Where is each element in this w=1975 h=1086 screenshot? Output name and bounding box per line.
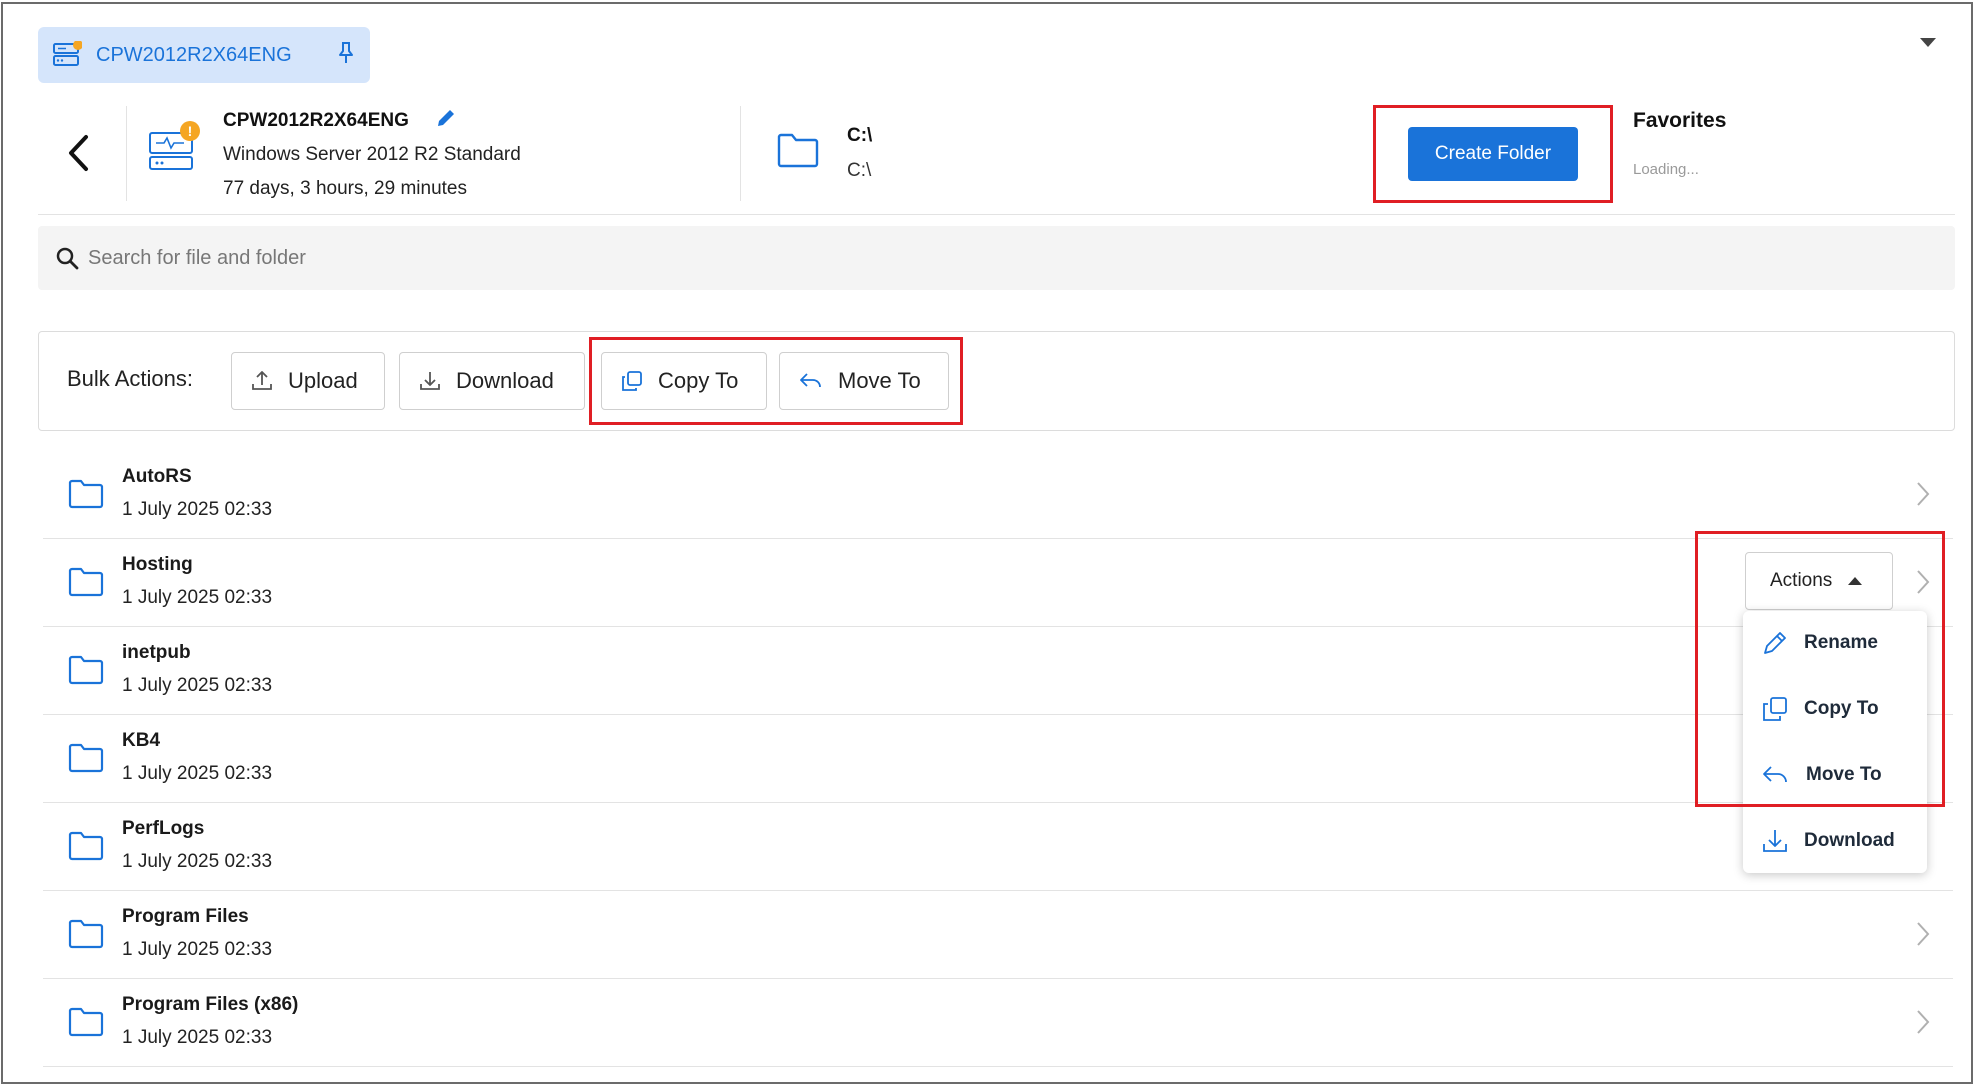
folder-row[interactable]: Hosting 1 July 2025 02:33: [43, 539, 1953, 627]
folder-icon: [68, 918, 104, 955]
bulk-upload-label: Upload: [288, 368, 358, 393]
folder-icon: [68, 1006, 104, 1043]
pin-icon[interactable]: [336, 41, 356, 70]
menu-item-rename[interactable]: Rename: [1743, 613, 1927, 673]
folder-row[interactable]: KB4 1 July 2025 02:33: [43, 715, 1953, 803]
edit-pencil-icon[interactable]: [435, 107, 457, 134]
folder-icon: [68, 742, 104, 779]
folder-row[interactable]: Program Files (x86) 1 July 2025 02:33: [43, 979, 1953, 1067]
search-icon: [55, 246, 79, 275]
folder-date: 1 July 2025 02:33: [122, 1027, 273, 1048]
menu-item-move-to[interactable]: Move To: [1743, 745, 1927, 805]
folder-row[interactable]: AutoRS 1 July 2025 02:33: [43, 451, 1953, 539]
folder-name: Program Files: [122, 906, 249, 927]
move-icon: [1761, 761, 1791, 789]
folder-row[interactable]: inetpub 1 July 2025 02:33: [43, 627, 1953, 715]
warning-badge: !: [188, 123, 193, 139]
divider: [740, 106, 741, 201]
folder-name: KB4: [122, 730, 161, 751]
folder-icon: [68, 654, 104, 691]
favorites-title: Favorites: [1633, 109, 1727, 132]
bulk-upload-button[interactable]: Upload: [231, 352, 385, 410]
tab-label: CPW2012R2X64ENG: [96, 43, 292, 66]
chevron-right-icon[interactable]: [1915, 568, 1931, 601]
row-actions-button[interactable]: Actions: [1745, 552, 1893, 610]
folder-name: PerfLogs: [122, 818, 205, 839]
menu-item-download[interactable]: Download: [1743, 811, 1927, 871]
server-status-icon: !: [146, 121, 202, 182]
menu-item-download-label: Download: [1804, 830, 1895, 851]
folder-icon: [68, 566, 104, 603]
bulk-download-label: Download: [456, 368, 554, 393]
server-tab[interactable]: CPW2012R2X64ENG: [38, 27, 370, 83]
folder-row[interactable]: Program Files 1 July 2025 02:33: [43, 891, 1953, 979]
bulk-actions-label: Bulk Actions:: [67, 366, 193, 391]
caret-up-icon: [1848, 577, 1863, 585]
back-arrow-icon[interactable]: [64, 133, 94, 173]
row-actions-label: Actions: [1770, 570, 1833, 591]
server-uptime: 77 days, 3 hours, 29 minutes: [223, 178, 467, 199]
move-icon: [798, 369, 824, 393]
server-name: CPW2012R2X64ENG: [223, 110, 409, 131]
menu-item-rename-label: Rename: [1804, 632, 1878, 653]
folder-icon: [776, 131, 820, 174]
server-header: ! CPW2012R2X64ENG Windows Server 2012 R2…: [38, 101, 1955, 215]
download-icon: [1761, 827, 1789, 855]
bulk-copy-to-button[interactable]: Copy To: [601, 352, 767, 410]
bulk-actions-bar: Bulk Actions: Upload Download Copy To Mo…: [38, 331, 1955, 431]
folder-date: 1 July 2025 02:33: [122, 675, 273, 696]
chevron-right-icon[interactable]: [1915, 480, 1931, 513]
current-path-title: C:\: [847, 125, 873, 146]
search-input[interactable]: [88, 226, 1888, 290]
app-frame: CPW2012R2X64ENG ! CPW2012R2X64ENG Window…: [1, 2, 1973, 1084]
chevron-right-icon[interactable]: [1915, 1008, 1931, 1041]
folder-name: AutoRS: [122, 466, 192, 487]
upload-icon: [250, 369, 274, 393]
folder-date: 1 July 2025 02:33: [122, 499, 273, 520]
bulk-copy-to-label: Copy To: [658, 368, 739, 393]
pencil-icon: [1761, 629, 1789, 657]
download-icon: [418, 369, 442, 393]
collapse-caret-icon[interactable]: [1920, 38, 1936, 47]
copy-icon: [1761, 695, 1789, 723]
server-icon: [52, 41, 82, 69]
folder-date: 1 July 2025 02:33: [122, 939, 273, 960]
menu-item-copy-to[interactable]: Copy To: [1743, 679, 1927, 739]
folder-icon: [68, 478, 104, 515]
folder-name: Program Files (x86): [122, 994, 299, 1015]
menu-item-copy-to-label: Copy To: [1804, 698, 1879, 719]
row-actions-menu: Rename Copy To Move To Download: [1743, 611, 1927, 873]
bulk-download-button[interactable]: Download: [399, 352, 585, 410]
create-folder-button[interactable]: Create Folder: [1408, 127, 1578, 181]
favorites-status: Loading...: [1633, 161, 1699, 178]
server-os: Windows Server 2012 R2 Standard: [223, 144, 521, 165]
current-path-subtitle: C:\: [847, 160, 872, 181]
bulk-move-to-label: Move To: [838, 368, 921, 393]
copy-icon: [620, 369, 644, 393]
folder-date: 1 July 2025 02:33: [122, 587, 273, 608]
menu-item-move-to-label: Move To: [1806, 764, 1882, 785]
folder-icon: [68, 830, 104, 867]
divider: [126, 106, 127, 201]
folder-date: 1 July 2025 02:33: [122, 851, 273, 872]
chevron-right-icon[interactable]: [1915, 920, 1931, 953]
folder-date: 1 July 2025 02:33: [122, 763, 273, 784]
folder-name: inetpub: [122, 642, 191, 663]
search-bar: [38, 226, 1955, 290]
folder-row[interactable]: PerfLogs 1 July 2025 02:33: [43, 803, 1953, 891]
folder-name: Hosting: [122, 554, 193, 575]
bulk-move-to-button[interactable]: Move To: [779, 352, 949, 410]
